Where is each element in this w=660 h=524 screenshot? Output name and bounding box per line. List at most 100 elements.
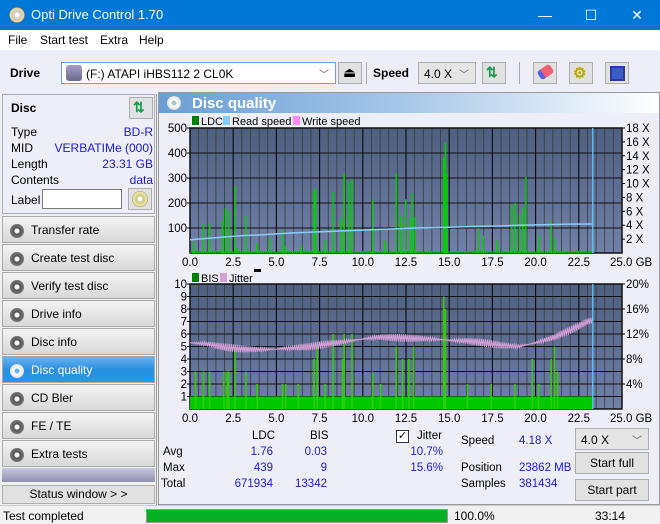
ldc-bar	[360, 251, 362, 253]
nav-verify-test-disc[interactable]: Verify test disc	[2, 272, 155, 299]
ldc-bar	[583, 251, 586, 253]
jitter-checkbox[interactable]: ✓	[396, 430, 409, 443]
ldc-chart: 0.0 2.5 5.0 7.5 10.0 12.5 15.0 17.5 20.0 22.5 25.0…	[168, 123, 653, 269]
refresh-arrows-icon: ⇅	[133, 99, 145, 115]
chevron-down-icon: ﹀	[632, 436, 642, 447]
disc-refresh-button[interactable]: ⇅	[129, 97, 153, 119]
nav-transfer-rate[interactable]: Transfer rate	[2, 216, 155, 243]
progress-fill	[147, 510, 447, 522]
ldc-bar	[382, 250, 385, 253]
disc-mid-label: MID	[11, 141, 33, 155]
drive-select[interactable]: (F:) ATAPI iHBS112 2 CL0K ﹀	[61, 62, 336, 84]
disc-header: Disc	[11, 101, 37, 115]
ldc-bar	[494, 251, 497, 253]
avg-label: Avg	[163, 446, 183, 458]
bis-bar	[226, 371, 228, 409]
ldc-bar	[284, 245, 287, 253]
ldc-bar	[245, 215, 247, 253]
nav-extra-tests[interactable]: Extra tests	[2, 440, 155, 467]
x-tick-label: 17.5	[481, 413, 503, 425]
ldc-bar	[434, 250, 437, 253]
erase-button[interactable]	[533, 62, 557, 84]
ldc-bar	[469, 250, 472, 253]
x-tick-label: 22.5	[568, 257, 590, 269]
ldc-bar	[484, 251, 486, 253]
ldc-bar	[328, 251, 331, 253]
status-window-button[interactable]: Status window > >	[2, 485, 155, 504]
speed-select[interactable]: 4.0 X ﹀	[418, 62, 476, 84]
disc-mid-row: MID VERBATIMe (000)	[11, 141, 153, 157]
ldc-bar	[571, 250, 574, 253]
y-tick-label: 7	[181, 317, 187, 329]
ldc-bar	[428, 250, 430, 253]
col-ldc: LDC	[252, 430, 276, 442]
nav-disc-quality[interactable]: Disc quality	[2, 356, 155, 383]
bis-bar	[550, 359, 552, 409]
start-full-button[interactable]: Start full	[575, 452, 649, 474]
menu-extra[interactable]: Extra	[100, 33, 128, 47]
y2-tick-label: 20%	[626, 279, 649, 291]
ldc-bar	[301, 251, 304, 253]
minimize-button[interactable]: —	[522, 0, 568, 30]
y-tick-label: 500	[168, 123, 187, 135]
ldc-bar	[575, 250, 578, 253]
ldc-bar	[459, 251, 462, 253]
toolbar-separator	[366, 62, 367, 84]
x-tick-label: 2.5	[225, 257, 241, 269]
max-ldc: 439	[253, 462, 273, 474]
x-tick-label: 10.0	[352, 413, 374, 425]
menu-help[interactable]: Help	[139, 33, 164, 47]
y-tick-label: 6	[181, 329, 187, 341]
drive-label: Drive	[10, 66, 41, 80]
disc-label-input[interactable]	[42, 189, 122, 209]
ldc-bar	[235, 250, 238, 253]
ldc-bar	[256, 243, 258, 253]
maximize-button[interactable]: ☐	[568, 0, 614, 30]
menu-bar: File Start test Extra Help	[0, 30, 660, 50]
ldc-bar	[438, 251, 441, 253]
ldc-bar	[279, 251, 281, 253]
test-speed-select[interactable]: 4.0 X ﹀	[575, 428, 649, 450]
ldc-bar	[509, 250, 511, 253]
nav-label: Disc quality	[31, 363, 93, 377]
ldc-bar	[304, 250, 306, 253]
save-button[interactable]	[605, 62, 629, 84]
nav-create-test-disc[interactable]: Create test disc	[2, 244, 155, 271]
ldc-bar	[212, 250, 215, 253]
ldc-bar	[534, 251, 536, 253]
legend-marker	[254, 269, 261, 272]
y-tick-label: 1	[181, 392, 187, 404]
settings-button[interactable]: ⚙	[569, 62, 593, 84]
nav-disc-info[interactable]: Disc info	[2, 328, 155, 355]
charts: LDC Read speed Write speed 0.0 2.5 5.0 7.5 1…	[168, 116, 653, 425]
ldc-bar	[407, 250, 410, 253]
nav-drive-info[interactable]: Drive info	[2, 300, 155, 327]
ldc-bar	[340, 218, 342, 253]
window-title: Opti Drive Control 1.70	[31, 7, 164, 22]
refresh-button[interactable]: ⇅	[482, 62, 506, 84]
menu-start-test[interactable]: Start test	[40, 33, 88, 47]
disc-label-button[interactable]	[128, 188, 152, 210]
start-part-button[interactable]: Start part	[575, 479, 649, 501]
close-button[interactable]: ✕	[614, 0, 660, 30]
nav-cd-bler[interactable]: CD Bler	[2, 384, 155, 411]
avg-ldc: 1.76	[250, 446, 273, 458]
ldc-bar	[335, 251, 337, 253]
disc-icon	[10, 448, 24, 462]
ldc-bar	[313, 190, 315, 253]
ldc-bar	[283, 251, 285, 253]
ldc-bar	[380, 251, 383, 253]
menu-file[interactable]: File	[8, 33, 27, 47]
bis-bar	[256, 384, 258, 409]
ldc-bar	[210, 251, 213, 253]
bis-bar	[490, 384, 492, 409]
x-tick-label: 15.0	[438, 257, 460, 269]
gears-icon: ⚙	[573, 65, 587, 82]
ldc-bar	[536, 250, 538, 253]
samples-label: Samples	[461, 478, 506, 490]
eject-button[interactable]: ⏏	[338, 62, 362, 84]
ldc-bar	[277, 250, 279, 253]
bis-bar	[444, 309, 447, 409]
nav-fe-te[interactable]: FE / TE	[2, 412, 155, 439]
eraser-icon	[536, 63, 555, 81]
